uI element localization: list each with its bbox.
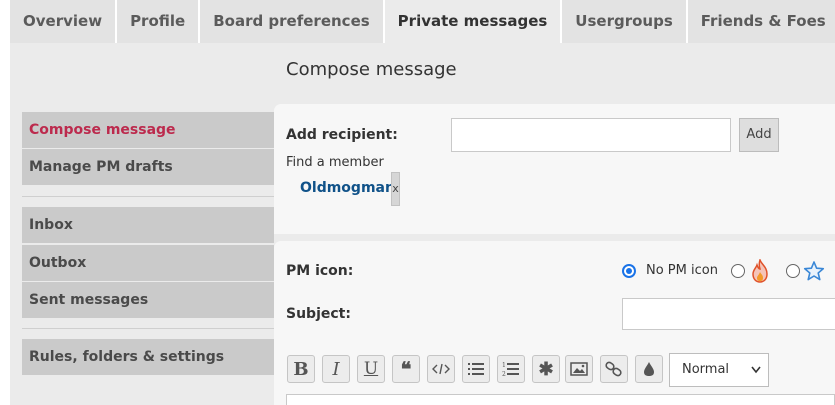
page-title: Compose message bbox=[286, 59, 457, 80]
nav-compose-message[interactable]: Compose message bbox=[22, 112, 274, 148]
find-member-link[interactable]: Find a member bbox=[286, 155, 384, 170]
image-icon bbox=[570, 362, 588, 376]
code-button[interactable] bbox=[427, 355, 455, 383]
radio-no-pm-icon[interactable] bbox=[622, 264, 636, 278]
fire-icon bbox=[750, 257, 770, 287]
font-size-value: Normal bbox=[682, 362, 730, 377]
quote-button[interactable]: ❝ bbox=[392, 355, 420, 383]
nav-sent-messages[interactable]: Sent messages bbox=[22, 282, 274, 318]
link-icon bbox=[605, 361, 622, 377]
list-button[interactable] bbox=[462, 355, 490, 383]
tab-overview[interactable]: Overview bbox=[10, 0, 116, 43]
pm-icon-label: PM icon: bbox=[286, 263, 354, 279]
radio-star-icon[interactable] bbox=[786, 264, 800, 278]
tab-private-messages[interactable]: Private messages bbox=[384, 0, 561, 43]
subject-label: Subject: bbox=[286, 306, 351, 322]
tab-profile[interactable]: Profile bbox=[117, 0, 199, 43]
add-recipient-button[interactable]: Add bbox=[739, 118, 779, 152]
chevron-down-icon bbox=[750, 354, 762, 399]
svg-text:1: 1 bbox=[502, 362, 506, 369]
quote-icon: ❝ bbox=[400, 357, 412, 381]
subject-input[interactable] bbox=[622, 298, 835, 330]
asterisk-icon: ✱ bbox=[538, 358, 554, 380]
tab-friends-foes[interactable]: Friends & Foes bbox=[687, 0, 835, 43]
nav-divider bbox=[22, 328, 274, 329]
color-button[interactable] bbox=[635, 355, 663, 383]
bold-button[interactable]: B bbox=[287, 355, 315, 383]
underline-label: U bbox=[363, 359, 379, 379]
no-pm-icon-label: No PM icon bbox=[646, 263, 718, 278]
font-size-select[interactable]: Normal bbox=[669, 353, 769, 387]
nav-manage-pm-drafts[interactable]: Manage PM drafts bbox=[22, 149, 274, 185]
radio-fire-icon[interactable] bbox=[731, 264, 745, 278]
tab-bar: Overview Profile Board preferences Priva… bbox=[10, 0, 835, 43]
add-recipient-label: Add recipient: bbox=[286, 127, 398, 143]
list-item-button[interactable]: ✱ bbox=[532, 355, 560, 383]
message-textarea[interactable] bbox=[286, 394, 835, 405]
tab-usergroups[interactable]: Usergroups bbox=[562, 0, 686, 43]
list-icon bbox=[468, 363, 484, 375]
image-button[interactable] bbox=[565, 355, 593, 383]
italic-button[interactable]: I bbox=[322, 355, 350, 383]
nav-divider bbox=[22, 196, 274, 197]
link-button[interactable] bbox=[600, 355, 628, 383]
recipient-member-link[interactable]: Oldmogman bbox=[300, 180, 395, 196]
numbered-list-button[interactable]: 12 bbox=[497, 355, 525, 383]
tab-board-preferences[interactable]: Board preferences bbox=[200, 0, 383, 43]
numbered-list-icon: 12 bbox=[502, 362, 519, 377]
nav-rules-folders-settings[interactable]: Rules, folders & settings bbox=[22, 339, 274, 375]
bold-label: B bbox=[293, 358, 309, 380]
star-icon bbox=[803, 260, 825, 286]
nav-inbox[interactable]: Inbox bbox=[22, 207, 274, 243]
italic-label: I bbox=[332, 358, 340, 380]
remove-recipient-button[interactable]: x bbox=[391, 172, 400, 206]
code-icon bbox=[432, 363, 450, 375]
underline-button[interactable]: U bbox=[357, 355, 385, 383]
droplet-icon bbox=[644, 362, 654, 376]
nav-outbox[interactable]: Outbox bbox=[22, 245, 274, 281]
recipient-input[interactable] bbox=[451, 118, 731, 152]
svg-text:2: 2 bbox=[502, 371, 506, 377]
